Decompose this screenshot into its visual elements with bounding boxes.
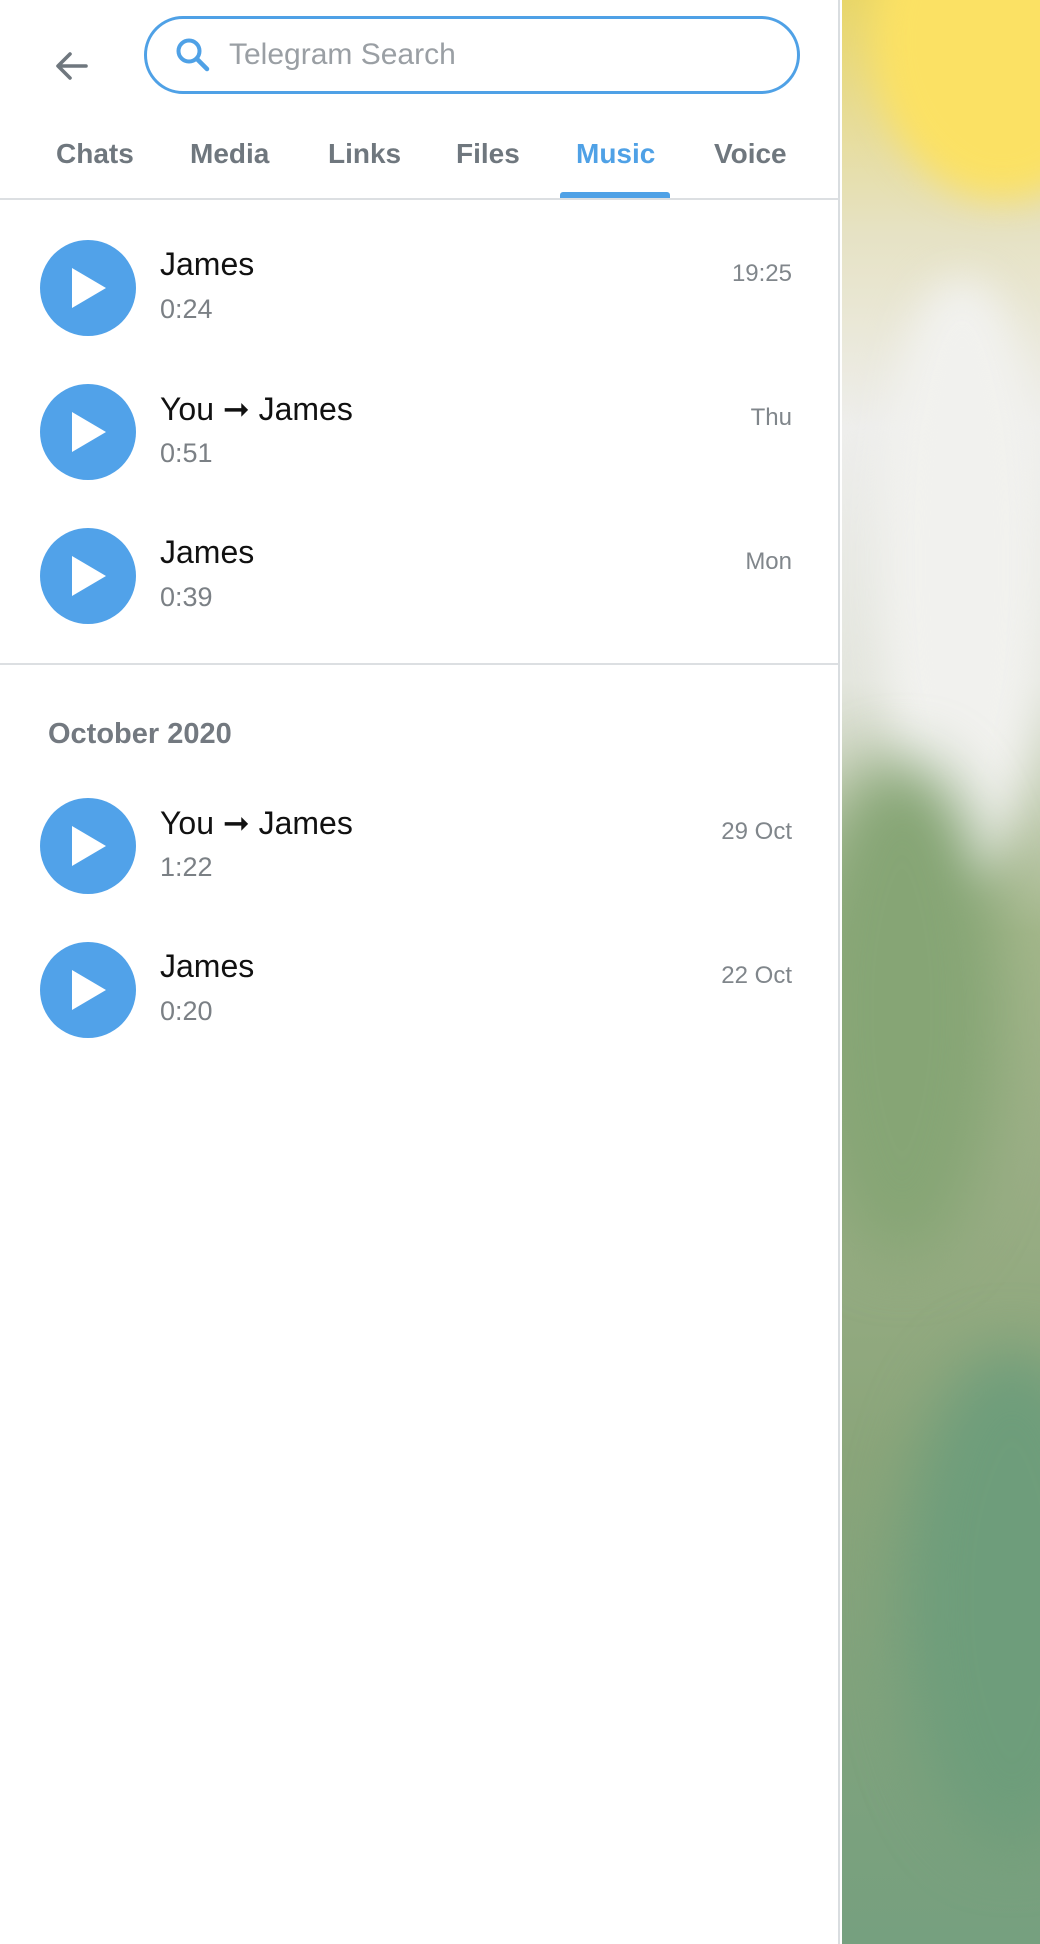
item-title: You ➞ James [160, 805, 353, 841]
back-button[interactable] [38, 32, 106, 100]
list-item[interactable]: James 0:20 22 Oct [0, 918, 838, 1062]
tab-music[interactable]: Music [576, 138, 655, 170]
search-icon [173, 35, 213, 75]
item-duration: 0:51 [160, 438, 213, 468]
item-title: James [160, 948, 255, 984]
item-date: 22 Oct [721, 962, 792, 989]
item-duration: 0:24 [160, 294, 213, 324]
play-button[interactable] [40, 942, 136, 1038]
item-date: Thu [750, 404, 792, 431]
list-item[interactable]: James 0:24 19:25 [0, 216, 838, 360]
play-icon [72, 556, 106, 596]
play-button[interactable] [40, 240, 136, 336]
item-date: 29 Oct [721, 818, 792, 845]
item-duration: 0:20 [160, 996, 213, 1026]
play-icon [72, 970, 106, 1010]
list-item[interactable]: You ➞ James 1:22 29 Oct [0, 774, 838, 918]
play-icon [72, 826, 106, 866]
tab-voice[interactable]: Voice [714, 138, 787, 170]
item-date: Mon [745, 548, 792, 575]
item-title: You ➞ James [160, 391, 353, 427]
item-duration: 1:22 [160, 852, 213, 882]
play-icon [72, 412, 106, 452]
tab-files[interactable]: Files [456, 138, 520, 170]
item-title: James [160, 246, 255, 282]
item-title: James [160, 534, 255, 570]
active-tab-indicator [560, 192, 670, 198]
section-divider [0, 663, 838, 665]
play-button[interactable] [40, 384, 136, 480]
section-header: October 2020 [48, 718, 232, 750]
item-date: 19:25 [731, 260, 792, 287]
play-button[interactable] [40, 528, 136, 624]
tab-chats[interactable]: Chats [56, 138, 134, 170]
tab-media[interactable]: Media [190, 138, 269, 170]
play-icon [72, 268, 106, 308]
media-tabs: Chats Media Links Files Music Voice [0, 118, 838, 200]
arrow-left-icon [56, 52, 88, 80]
play-button[interactable] [40, 798, 136, 894]
search-input[interactable] [229, 38, 769, 72]
music-search-panel: Chats Media Links Files Music Voice Jame… [0, 0, 840, 1944]
item-duration: 0:39 [160, 582, 213, 612]
list-item[interactable]: James 0:39 Mon [0, 504, 838, 648]
background-wallpaper [842, 0, 1040, 1944]
search-bar[interactable] [144, 16, 800, 94]
tab-links[interactable]: Links [328, 138, 401, 170]
list-item[interactable]: You ➞ James 0:51 Thu [0, 360, 838, 504]
